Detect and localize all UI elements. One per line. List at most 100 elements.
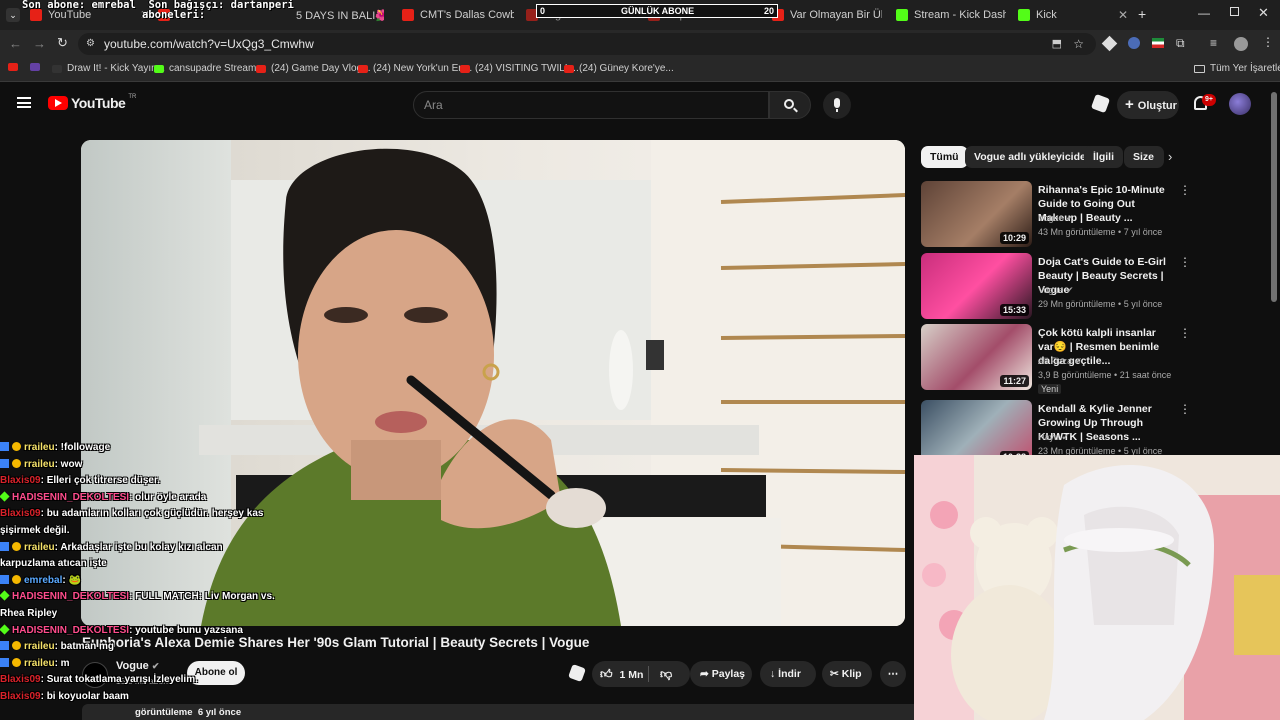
chip-all[interactable]: Tümü bbox=[921, 146, 968, 168]
chat-message: HADISENIN_DEKOLTESI: olur öyle arada bbox=[0, 490, 300, 507]
tab-cowboys[interactable]: CMT's Dallas Cowboy✕ bbox=[402, 4, 514, 26]
video-thumbnail[interactable]: 11:27 bbox=[921, 324, 1032, 390]
bookmark-youtube-icon[interactable] bbox=[8, 63, 18, 71]
recommendation-channel[interactable]: Vogue ✔ bbox=[1038, 285, 1074, 296]
recommendation-item[interactable]: 11:27 Çok kötü kalpli insanlar var😔 | Res… bbox=[921, 324, 1191, 394]
site-info-icon[interactable]: ⚙ bbox=[86, 33, 95, 55]
extension-icon[interactable] bbox=[1128, 37, 1140, 49]
minimize-icon[interactable]: — bbox=[1198, 6, 1210, 20]
back-icon[interactable]: ← bbox=[9, 36, 22, 51]
video-thumbnail[interactable]: 15:33 bbox=[921, 253, 1032, 319]
chip-next-chevron-icon[interactable]: › bbox=[1168, 149, 1172, 164]
more-options-icon[interactable]: ⋮ bbox=[1179, 255, 1191, 269]
search-button[interactable] bbox=[769, 91, 811, 119]
restore-icon[interactable] bbox=[1230, 7, 1239, 16]
tab-search-icon[interactable]: ⌄ bbox=[6, 8, 20, 22]
mod-badge-icon bbox=[0, 541, 9, 551]
tab-kick[interactable]: Kick ✕ bbox=[1018, 4, 1128, 26]
url-field[interactable]: ⚙ youtube.com/watch?v=UxQg3_Cmwhw ⬒ ☆ bbox=[78, 33, 1096, 55]
bookmark-label: (24) New York'un En... bbox=[373, 63, 473, 74]
more-actions-button[interactable]: ⋯ bbox=[880, 661, 906, 687]
hamburger-menu-icon[interactable] bbox=[17, 97, 31, 108]
bookmark-star-icon[interactable]: ☆ bbox=[1073, 33, 1084, 55]
channel-name-text: Ali Fizza bbox=[1038, 356, 1073, 366]
mod-badge-icon bbox=[0, 574, 9, 584]
tab-label: Kick bbox=[1036, 9, 1057, 21]
recommendation-item[interactable]: 15:33 Doja Cat's Guide to E-Girl Beauty |… bbox=[921, 253, 1191, 321]
share-button[interactable]: ➦ Paylaş bbox=[690, 661, 752, 687]
chat-message: rraileu: batman mg bbox=[0, 639, 300, 656]
bookmark-item[interactable]: (24) VISITING TWILL... bbox=[460, 63, 579, 74]
more-options-icon[interactable]: ⋮ bbox=[1179, 402, 1191, 416]
mod-badge-icon bbox=[0, 641, 9, 651]
bookmark-item[interactable]: (24) Güney Kore'ye... bbox=[564, 63, 674, 74]
chat-text: : !followage bbox=[54, 442, 111, 453]
chat-message: rraileu: Arkadaşlar işte bu kolay kızı a… bbox=[0, 540, 300, 557]
video-thumbnail[interactable]: 10:29 bbox=[921, 181, 1032, 247]
verified-check-icon: ✔ bbox=[1066, 285, 1074, 295]
reading-list-icon[interactable]: ≡ bbox=[1210, 36, 1217, 50]
voice-search-button[interactable] bbox=[823, 91, 851, 119]
bookmark-item[interactable]: (24) New York'un En... bbox=[358, 63, 472, 74]
bookmark-label: (24) Game Day Vlog... bbox=[271, 63, 371, 74]
youtube-logo[interactable]: YouTube TR bbox=[48, 94, 136, 111]
extensions-puzzle-icon[interactable]: ⧉ bbox=[1176, 36, 1185, 51]
chat-message: rraileu: wow bbox=[0, 457, 300, 474]
crown-badge-icon bbox=[12, 657, 21, 667]
chip-from-uploader[interactable]: Vogue adlı yükleyiciden bbox=[965, 146, 1102, 168]
youtube-play-icon bbox=[48, 96, 68, 110]
goal-current: 0 bbox=[540, 6, 546, 16]
create-label: Oluştur bbox=[1137, 100, 1177, 112]
bookmark-item[interactable]: (24) Game Day Vlog... bbox=[256, 63, 370, 74]
profile-avatar[interactable] bbox=[1234, 37, 1248, 51]
more-options-icon[interactable]: ⋮ bbox=[1179, 326, 1191, 340]
tab-kick-dashboard[interactable]: Stream - Kick Dashbo✕ bbox=[896, 4, 1006, 26]
search-input[interactable]: Ara bbox=[413, 91, 769, 119]
forward-icon[interactable]: → bbox=[33, 36, 46, 51]
last-sub-label: Son abone: emrebal bbox=[22, 0, 136, 11]
new-tab-plus-icon[interactable]: + bbox=[1138, 6, 1146, 22]
subscriber-goal-bar: 0 GÜNLÜK ABONE 20 bbox=[536, 4, 778, 18]
kick-extension-icon[interactable] bbox=[1090, 93, 1111, 114]
scissors-icon: ✂ bbox=[830, 668, 839, 680]
thumbs-down-icon[interactable]: 👎︎ bbox=[660, 661, 672, 687]
bookmark-item[interactable]: cansupadre Stream... bbox=[154, 63, 265, 74]
recommendation-item[interactable]: 10:29 Rihanna's Epic 10-Minute Guide to G… bbox=[921, 181, 1191, 249]
extension-icon[interactable] bbox=[1152, 38, 1164, 48]
chat-username: HADISENIN_DEKOLTESI bbox=[12, 624, 130, 636]
chat-text: : FULL MATCH: Liv Morgan vs. bbox=[129, 591, 275, 603]
chat-username: Blaxis09 bbox=[0, 674, 41, 686]
chat-text: : m bbox=[54, 657, 70, 669]
bookmark-item[interactable]: Draw It! - Kick Yayın... bbox=[52, 63, 165, 74]
download-button[interactable]: ↓ İndir bbox=[760, 661, 816, 687]
recommendation-channel[interactable]: Ali Fizza ✔ bbox=[1038, 356, 1082, 367]
chat-text: : Arkadaşlar işte bu kolay kızı alcan bbox=[54, 541, 223, 553]
crown-badge-icon bbox=[12, 442, 21, 451]
recommendation-channel[interactable]: Hayu ✔ bbox=[1038, 432, 1069, 443]
video-description-meta[interactable]: görüntüleme 6 yıl önce bbox=[82, 704, 922, 720]
chat-message: HADISENIN_DEKOLTESI: youtube bunu yazsan… bbox=[0, 623, 300, 640]
install-app-icon[interactable]: ⬒ bbox=[1052, 33, 1062, 55]
clip-label: Klip bbox=[841, 668, 862, 680]
bookmark-twitch-icon[interactable] bbox=[30, 63, 40, 71]
clip-button[interactable]: ✂ Klip bbox=[822, 661, 872, 687]
mod-badge-icon bbox=[0, 657, 9, 667]
chip-related[interactable]: İlgili bbox=[1084, 146, 1123, 168]
youtube-header: YouTube TR Ara + Oluştur 9+ bbox=[0, 83, 1280, 127]
window-close-icon[interactable]: ✕ bbox=[1258, 5, 1269, 21]
create-button[interactable]: + Oluştur bbox=[1117, 91, 1179, 119]
extension-icon[interactable] bbox=[1101, 35, 1118, 52]
browser-menu-icon[interactable]: ⋮ bbox=[1262, 35, 1274, 49]
chat-text: : youtube bunu yazsana bbox=[129, 624, 243, 636]
close-icon[interactable]: ✕ bbox=[1118, 8, 1128, 22]
recommendation-channel[interactable]: Vogue ✔ bbox=[1038, 213, 1074, 224]
chip-for-you[interactable]: Size bbox=[1124, 146, 1164, 168]
like-button[interactable]: 👍︎ 1 Mn 👎︎ bbox=[592, 661, 690, 687]
account-avatar[interactable] bbox=[1229, 93, 1251, 115]
page-scrollbar[interactable] bbox=[1271, 92, 1277, 302]
ai-sparkle-icon[interactable] bbox=[568, 664, 586, 682]
more-options-icon[interactable]: ⋮ bbox=[1179, 183, 1191, 197]
all-bookmarks[interactable]: Tüm Yer İşaretleri bbox=[1194, 63, 1280, 74]
tab-ulke[interactable]: Var Olmayan Bir Ülke✕ bbox=[772, 4, 882, 26]
reload-icon[interactable]: ↻ bbox=[57, 35, 68, 51]
